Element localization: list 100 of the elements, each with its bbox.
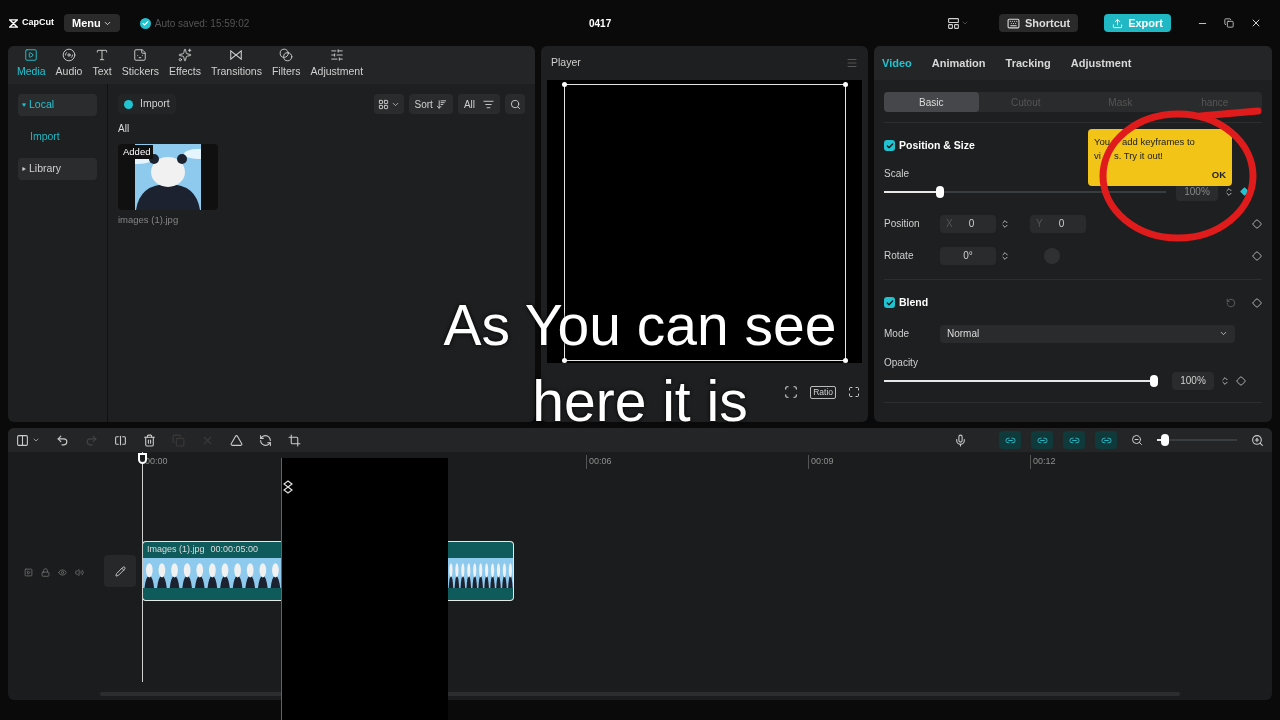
zoom-out-icon[interactable] [1131,434,1143,446]
fit-icon[interactable] [784,385,799,399]
project-title: 0417 [589,16,612,31]
filter-button[interactable]: All [457,94,500,114]
opacity-value-field[interactable]: 100% [1172,371,1214,390]
link-toggle-icon[interactable] [1063,431,1085,449]
slider-thumb[interactable] [1161,434,1169,446]
media-tab[interactable]: Audio [50,48,88,80]
tab-icon [24,48,39,63]
upload-icon [1112,17,1124,29]
keyframe-icon[interactable] [1236,375,1246,386]
caret-icon [22,103,26,107]
media-tab[interactable]: Text [87,48,117,80]
sidebar-item[interactable]: Import [18,126,97,148]
select-tool-icon[interactable] [16,433,29,447]
tooltip-text: You [1094,135,1111,149]
media-tab[interactable]: Transitions [206,48,267,80]
keyframe-icon[interactable] [1240,187,1249,197]
media-tab[interactable]: Media [12,48,51,80]
media-filename: images (1).jpg [118,213,180,227]
stepper-icon[interactable] [1000,250,1010,261]
restore-icon[interactable] [1224,18,1234,28]
caret-icon [1219,329,1228,338]
added-badge: Added [120,145,154,160]
split-icon[interactable] [114,433,127,447]
tab-icon [178,48,193,63]
stepper-icon[interactable] [1224,186,1234,197]
media-tab[interactable]: Effects [164,48,206,80]
keyframe-icon[interactable] [1252,250,1262,261]
edit-cover-button[interactable] [104,555,136,587]
video-clip[interactable]: Images (1).jpg 00:00:05:00 [142,541,281,601]
section-title: Blend [899,294,929,310]
keyboard-icon [1006,16,1020,30]
field-label: Opacity [884,355,918,370]
scale-slider[interactable] [884,184,1166,199]
inspector-tab[interactable]: Animation [931,54,986,72]
caret-icon [22,167,26,171]
tab-icon [329,48,344,63]
layout-icon[interactable] [946,16,960,30]
zoom-slider[interactable] [1157,433,1237,447]
tab-icon [62,48,77,63]
playhead-handle[interactable] [138,453,147,464]
mirror-icon[interactable] [230,433,243,447]
sidebar-item[interactable]: Library [18,158,97,180]
import-button[interactable]: Import [118,94,176,114]
delete-icon[interactable] [143,433,156,447]
slider-thumb[interactable] [1150,374,1158,387]
ratio-button[interactable]: Ratio [810,385,836,399]
eye-icon[interactable] [58,567,67,577]
section-title: Position & Size [899,138,975,153]
tooltip-text: vi [1094,149,1101,163]
close-icon[interactable] [1250,17,1262,29]
check-icon [139,17,151,29]
sub-tab[interactable]: Basic [884,92,979,112]
inspector-tab[interactable]: Adjustment [1070,54,1132,72]
rotate-field[interactable]: 0° [940,246,996,265]
keyframe-icon[interactable] [1252,297,1262,308]
tab-icon [229,48,244,63]
video-clip-end[interactable] [448,541,514,601]
shortcut-button[interactable]: Shortcut [998,14,1079,32]
media-thumbnail[interactable]: Added [118,144,218,210]
rotate-icon[interactable] [259,433,272,447]
field-label: Position [884,217,921,232]
checkbox[interactable] [884,297,895,309]
inspector-tab[interactable]: Tracking [1005,54,1051,72]
link-toggle-icon[interactable] [1031,431,1053,449]
tab-icon [133,48,148,63]
split-cursor-icon [283,480,293,494]
mode-dropdown[interactable]: Normal [940,324,1235,343]
ruler-tick-label: 00:06 [586,455,612,469]
zoom-in-icon[interactable] [1251,433,1264,447]
slider-thumb[interactable] [936,185,945,198]
microphone-icon[interactable] [954,433,967,447]
ruler-tick-label: 00:12 [1030,455,1056,469]
grid-icon [377,98,389,110]
caret-icon[interactable] [32,436,40,444]
checkbox[interactable] [884,140,895,152]
media-tab[interactable]: Stickers [116,48,165,80]
lock-icon[interactable] [41,567,50,577]
crop-icon[interactable] [288,433,301,447]
ok-button[interactable]: OK [1211,167,1226,182]
cover-icon[interactable] [24,567,33,577]
sort-button[interactable]: Sort [408,94,453,114]
keyframe-icon[interactable] [1252,218,1262,229]
app-logo: CapCut [22,16,54,30]
link-toggle-icon[interactable] [999,431,1021,449]
view-toggle-button[interactable] [373,94,404,114]
undo-icon[interactable] [56,433,69,447]
filter-icon [483,98,494,110]
fullscreen-icon[interactable] [848,386,860,398]
link-toggle-icon[interactable] [1095,431,1117,449]
inspector-tab[interactable]: Video [882,54,912,72]
menu-button[interactable]: Menu [64,14,120,32]
stepper-icon[interactable] [1000,218,1010,229]
sidebar-item[interactable]: Local [18,94,97,116]
media-tab[interactable]: Adjustment [305,48,369,80]
media-tab[interactable]: Filters [266,48,306,80]
stepper-icon[interactable] [1220,375,1230,386]
search-button[interactable] [505,94,525,114]
field-label: Rotate [884,249,915,264]
